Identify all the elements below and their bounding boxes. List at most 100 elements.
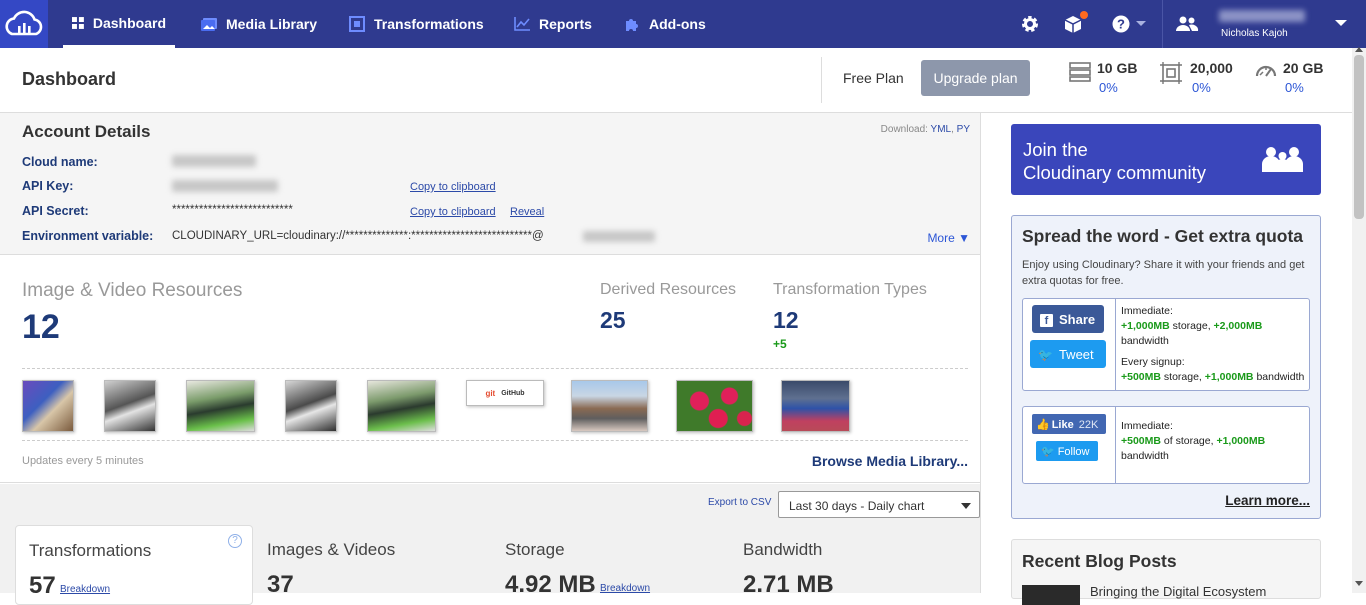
media-thumbnail[interactable] (781, 380, 850, 432)
transformations-quota-icon (1160, 62, 1182, 84)
resources-divider-top (22, 368, 968, 369)
follow-reward-text: Immediate: +500MB of storage, +1,000MB b… (1121, 419, 1265, 464)
updates-note: Updates every 5 minutes (22, 455, 144, 467)
user-menu-chevron-icon[interactable] (1334, 19, 1348, 28)
upgrade-plan-button[interactable]: Upgrade plan (921, 60, 1030, 96)
media-thumbnail[interactable] (285, 380, 337, 432)
facebook-share-button[interactable]: f Share (1032, 305, 1104, 333)
copy-api-secret-link[interactable]: Copy to clipboard (410, 206, 496, 218)
user-menu-button[interactable] (1175, 0, 1199, 48)
media-thumbnail[interactable] (104, 380, 156, 432)
stat-storage-label: Storage (505, 540, 565, 559)
help-menu-button[interactable]: ? (1112, 0, 1147, 48)
like-box-divider (1115, 407, 1116, 483)
stat-card-bandwidth[interactable]: Bandwidth 2.71 MB (729, 525, 967, 605)
copy-api-key-link[interactable]: Copy to clipboard (410, 181, 496, 193)
stat-card-storage[interactable]: Storage 4.92 MB Breakdown (491, 525, 729, 605)
media-thumbnail-git-github[interactable]: git GitHub (466, 380, 544, 406)
media-thumbnail[interactable] (22, 380, 74, 432)
account-details-title: Account Details (22, 122, 151, 141)
facebook-like-button[interactable]: 👍 Like 22K (1032, 414, 1106, 434)
date-range-select[interactable]: Last 30 days - Daily chart (778, 491, 980, 518)
thumbs-up-icon: 👍 (1036, 418, 1050, 431)
storage-word: storage, (1172, 320, 1211, 332)
every-signup-label: Every signup: (1121, 356, 1185, 368)
storage-icon (1069, 62, 1091, 82)
storage-word: storage, (1163, 371, 1202, 383)
stat-card-images-videos[interactable]: Images & Videos 37 (253, 525, 491, 605)
transformations-icon (349, 16, 365, 32)
bandwidth-word: bandwidth (1256, 371, 1305, 383)
settings-button[interactable] (1020, 0, 1040, 48)
nav-addons[interactable]: Add-ons (624, 0, 706, 48)
page-scrollbar[interactable] (1352, 46, 1366, 593)
scroll-up-arrow-icon[interactable] (1355, 46, 1363, 52)
derived-resources-label: Derived Resources (600, 281, 737, 298)
download-py-link[interactable]: PY (957, 124, 970, 135)
twitter-follow-button[interactable]: 🐦 Follow (1036, 441, 1098, 461)
storage-breakdown-link[interactable]: Breakdown (600, 583, 650, 594)
nav-addons-label: Add-ons (649, 16, 706, 32)
join-line-2: Cloudinary community (1023, 162, 1207, 183)
blog-post-thumbnail[interactable] (1022, 585, 1080, 605)
bandwidth-quota-value: 20 GB (1283, 60, 1324, 76)
export-csv-link[interactable]: Export to CSV (708, 497, 771, 508)
stat-transformations-label: Transformations (29, 541, 152, 560)
nav-dashboard[interactable]: Dashboard (63, 0, 175, 48)
environment-variable-value: CLOUDINARY_URL=cloudinary://************… (172, 230, 544, 242)
api-key-value-redacted (172, 180, 278, 192)
media-thumbnail[interactable] (571, 380, 648, 432)
nav-dashboard-label: Dashboard (92, 14, 166, 31)
share-storage-bonus: +1,000MB (1121, 320, 1170, 332)
download-credentials: Download: YML, PY (881, 124, 970, 135)
nav-media-library-label: Media Library (226, 16, 318, 32)
resources-divider-bottom (22, 440, 968, 441)
media-thumbnail[interactable] (676, 380, 753, 432)
follow-bandwidth-bonus: +1,000MB (1216, 435, 1266, 447)
recent-blog-posts-panel: Recent Blog Posts Bringing the Digital E… (1011, 539, 1321, 605)
github-logo-text: GitHub (501, 389, 525, 397)
caret-down-icon (961, 503, 971, 509)
join-community-banner[interactable]: Join the Cloudinary community (1011, 124, 1321, 195)
cloudinary-logo[interactable] (0, 0, 48, 48)
browse-media-library-link[interactable]: Browse Media Library... (812, 453, 968, 469)
tweet-button[interactable]: 🐦 Tweet (1030, 340, 1106, 368)
transformations-quota-value: 20,000 (1190, 60, 1233, 76)
download-label: Download: (880, 124, 928, 135)
bandwidth-icon (1255, 65, 1277, 77)
signup-reward: +500MB storage, +1,000MB bandwidth (1121, 370, 1304, 385)
of-storage-word: of storage, (1163, 435, 1214, 447)
stat-transformations-value: 57 (29, 572, 56, 599)
signup-bandwidth-bonus: +1,000MB (1204, 371, 1254, 383)
help-circle-icon[interactable]: ? (228, 534, 242, 548)
reveal-secret-link[interactable]: Reveal (510, 206, 544, 218)
cloud-name-value-redacted (172, 155, 256, 167)
usage-stats-panel: Export to CSV Last 30 days - Daily chart… (0, 484, 980, 605)
storage-quota-value: 10 GB (1097, 60, 1138, 76)
more-details-toggle[interactable]: More ▼ (927, 231, 970, 245)
download-yml-link[interactable]: YML (931, 124, 952, 135)
media-thumbnail[interactable] (367, 380, 436, 432)
transformations-quota: 20,000 0% (1160, 60, 1233, 95)
transformations-breakdown-link[interactable]: Breakdown (60, 584, 110, 595)
right-sidebar: Join the Cloudinary community Spread the… (982, 113, 1352, 605)
blog-post-link[interactable]: Bringing the Digital Ecosystem (1090, 584, 1266, 599)
community-people-icon (1262, 147, 1303, 172)
reports-icon (514, 17, 530, 31)
nav-transformations[interactable]: Transformations (349, 0, 484, 48)
api-secret-value: *************************** (172, 204, 293, 216)
scrollbar-thumb[interactable] (1354, 55, 1364, 219)
scroll-down-arrow-icon[interactable] (1355, 581, 1363, 587)
immediate-label: Immediate: (1121, 420, 1173, 432)
learn-more-link[interactable]: Learn more... (1225, 493, 1310, 508)
stat-card-transformations[interactable]: Transformations ? 57 Breakdown (15, 525, 253, 605)
env-cloud-name-redacted (583, 231, 655, 242)
twitter-bird-icon: 🐦 (1041, 445, 1055, 458)
stat-images-videos-value: 37 (267, 571, 294, 598)
blog-title: Recent Blog Posts (1022, 551, 1177, 571)
notifications-button[interactable] (1063, 0, 1089, 48)
gear-icon (1022, 16, 1038, 32)
media-thumbnail[interactable] (186, 380, 255, 432)
nav-reports[interactable]: Reports (514, 0, 592, 48)
nav-media-library[interactable]: Media Library (201, 0, 317, 48)
